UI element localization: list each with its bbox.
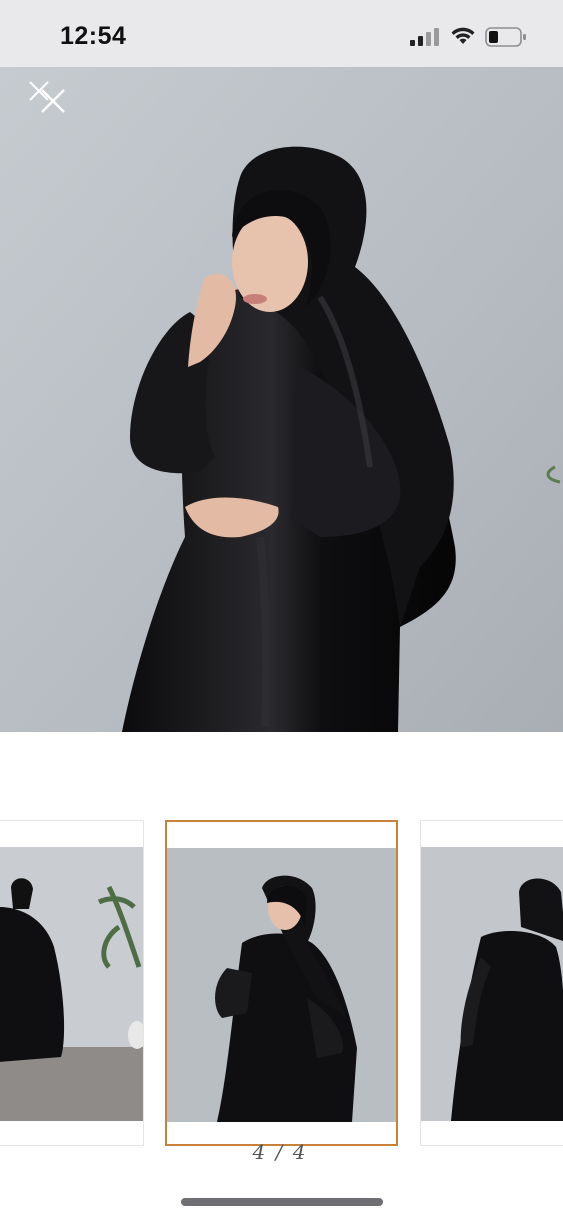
cellular-signal-icon: [410, 28, 439, 46]
close-icon: [29, 81, 65, 113]
thumbnail-photo: [421, 847, 563, 1121]
screen: 12:54 4 / 4: [0, 0, 563, 1219]
thumbnail-1[interactable]: [0, 820, 144, 1146]
photo-illustration: [0, 67, 563, 732]
status-time: 12:54: [60, 22, 127, 50]
wifi-icon: [451, 27, 475, 44]
battery-icon: [485, 27, 526, 47]
thumbnail-photo: [0, 847, 143, 1121]
thumbnail-photo: [167, 848, 396, 1122]
home-indicator[interactable]: [181, 1198, 383, 1206]
thumbnail-3[interactable]: [420, 820, 563, 1146]
thumbnail-2-selected[interactable]: [165, 820, 398, 1146]
page-indicator: 4 / 4: [252, 1140, 308, 1164]
status-bar: 12:54: [0, 0, 563, 67]
close-button[interactable]: [26, 78, 70, 118]
main-product-photo[interactable]: [0, 67, 563, 732]
